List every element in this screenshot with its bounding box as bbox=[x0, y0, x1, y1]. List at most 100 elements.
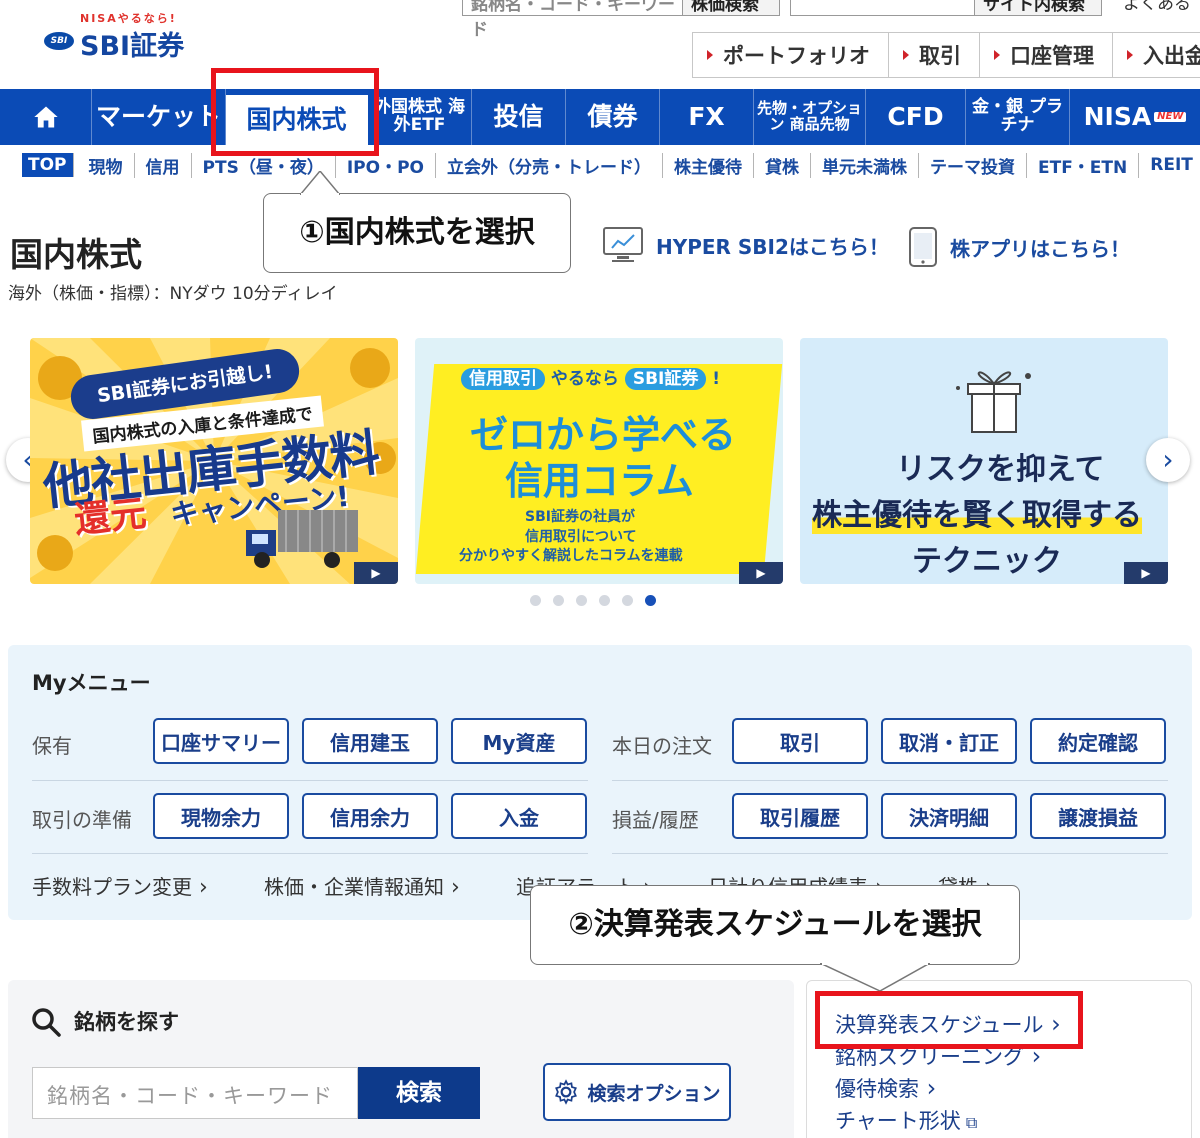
banner1-refund: 還元 bbox=[72, 493, 149, 542]
highlight-earnings-schedule bbox=[815, 991, 1083, 1049]
banner2-exclaim: ! bbox=[712, 369, 721, 389]
subnav-shareholder-benefits[interactable]: 株主優待 bbox=[663, 152, 754, 178]
execution-confirm-button[interactable]: 約定確認 bbox=[1030, 718, 1166, 764]
stock-search-title: 銘柄を探す bbox=[74, 1010, 179, 1034]
new-badge: NEW bbox=[1154, 111, 1187, 123]
banner3-line2: 株主優待を賢く取得する bbox=[812, 490, 1142, 534]
carousel-dot[interactable] bbox=[599, 595, 610, 606]
callout-pointer bbox=[820, 963, 930, 991]
my-menu: Myメニュー 保有 口座サマリー 信用建玉 My資産 本日の注文 取引 取消・訂… bbox=[8, 645, 1192, 920]
row-label-today-orders: 本日の注文 bbox=[612, 734, 712, 758]
benefit-search-link[interactable]: 優待検索 bbox=[835, 1073, 936, 1103]
my-assets-button[interactable]: My資産 bbox=[451, 718, 587, 764]
sbi-logo[interactable]: NISAやるなら! SBI SBI証券 bbox=[44, 10, 209, 62]
nav-futures-options[interactable]: 先物・オプション 商品先物 bbox=[754, 89, 866, 145]
subnav-margin[interactable]: 信用 bbox=[135, 152, 192, 178]
menu-divider bbox=[32, 780, 588, 781]
logo-name: SBI証券 bbox=[80, 31, 185, 62]
faq-link[interactable]: よくある bbox=[1115, 0, 1200, 16]
deposit-button[interactable]: 入金 bbox=[451, 793, 587, 839]
capital-gains-button[interactable]: 譲渡損益 bbox=[1030, 793, 1166, 839]
play-icon: ▶ bbox=[354, 562, 398, 584]
nav-market[interactable]: マーケット bbox=[92, 89, 226, 145]
search-option-label: 検索オプション bbox=[587, 1082, 721, 1105]
nav-bonds[interactable]: 債券 bbox=[566, 89, 660, 145]
play-icon: ▶ bbox=[739, 562, 783, 584]
nav-nisa[interactable]: NISA NEW bbox=[1070, 89, 1200, 145]
page-title: 国内株式 bbox=[10, 235, 142, 274]
banner2-pill-margin: 信用取引 bbox=[461, 368, 545, 390]
banner2-title2: 信用コラム bbox=[505, 459, 694, 503]
banner-transfer-campaign[interactable]: SBI証券にお引越し! 国内株式の入庫と条件達成で 他社出庫手数料 還元 キャン… bbox=[30, 338, 398, 584]
play-icon: ▶ bbox=[1124, 562, 1168, 584]
subnav-etf[interactable]: ETF・ETN bbox=[1027, 152, 1140, 178]
subnav-off-auction[interactable]: 立会外（分売・トレード） bbox=[436, 152, 663, 178]
margin-buying-power-button[interactable]: 信用余力 bbox=[302, 793, 438, 839]
nav-gold-silver[interactable]: 金・銀 プラチナ bbox=[966, 89, 1070, 145]
subnav-theme[interactable]: テーマ投資 bbox=[919, 152, 1027, 178]
carousel-dot[interactable] bbox=[553, 595, 564, 606]
carousel-dots bbox=[530, 595, 656, 606]
fee-plan-link[interactable]: 手数料プラン変更 bbox=[32, 871, 208, 900]
banner3-line1: リスクを抑えて bbox=[896, 452, 1105, 487]
highlight-domestic-stocks bbox=[211, 68, 379, 156]
monitor-icon bbox=[603, 227, 643, 262]
nav-cfd[interactable]: CFD bbox=[866, 89, 966, 145]
carousel-dot[interactable] bbox=[530, 595, 541, 606]
carousel-dot[interactable] bbox=[576, 595, 587, 606]
stock-search-panel: 銘柄を探す 銘柄名・コード・キーワード 検索 検索オプション bbox=[8, 980, 794, 1138]
trade-button[interactable]: 取引 bbox=[732, 718, 868, 764]
callout-step2: ②決算発表スケジュールを選択 bbox=[530, 885, 1020, 965]
quick-link-trade[interactable]: 取引 bbox=[889, 33, 980, 77]
banner2-mid: やるなら bbox=[550, 369, 619, 389]
nav-foreign-stocks[interactable]: 外国株式 海外ETF bbox=[368, 89, 472, 145]
smartphone-icon bbox=[909, 227, 937, 267]
home-icon[interactable] bbox=[0, 89, 92, 145]
subnav-spot[interactable]: 現物 bbox=[78, 152, 135, 178]
quick-links: ポートフォリオ 取引 口座管理 入出金 bbox=[692, 32, 1200, 78]
account-summary-button[interactable]: 口座サマリー bbox=[153, 718, 289, 764]
stock-search-input[interactable]: 銘柄名・コード・キーワード bbox=[32, 1067, 358, 1119]
banner-shareholder-benefits[interactable]: リスクを抑えて 株主優待を賢く取得する テクニック ▶ bbox=[800, 338, 1168, 584]
quick-link-portfolio[interactable]: ポートフォリオ bbox=[693, 33, 889, 77]
banner-margin-column[interactable]: 信用取引 やるなら SBI証券 ! ゼロから学べる 信用コラム SBI証券の社員… bbox=[415, 338, 783, 584]
sub-nav: TOP 現物 信用 PTS（昼・夜） IPO・PO 立会外（分売・トレード） 株… bbox=[22, 150, 1200, 180]
margin-positions-button[interactable]: 信用建玉 bbox=[302, 718, 438, 764]
callout-pointer bbox=[300, 171, 340, 195]
gear-icon bbox=[555, 1079, 578, 1105]
stock-app-label: 株アプリはこちら！ bbox=[950, 236, 1130, 261]
banner3-line3: テクニック bbox=[912, 544, 1062, 579]
global-nav: マーケット 国内株式 外国株式 海外ETF 投信 債券 FX 先物・オプション … bbox=[0, 89, 1200, 145]
subnav-odd-lot[interactable]: 単元未満株 bbox=[811, 152, 919, 178]
carousel-next-button[interactable]: › bbox=[1146, 438, 1190, 482]
stock-price-search-button[interactable]: 株価検索 bbox=[682, 0, 780, 16]
quick-link-deposit[interactable]: 入出金 bbox=[1113, 33, 1200, 77]
banner2-header: 信用取引 やるなら SBI証券 ! bbox=[461, 364, 721, 390]
menu-divider bbox=[612, 780, 1168, 781]
carousel-dot-active[interactable] bbox=[645, 595, 656, 606]
trade-history-button[interactable]: 取引履歴 bbox=[732, 793, 868, 839]
subnav-ipo[interactable]: IPO・PO bbox=[336, 152, 436, 178]
carousel-dot[interactable] bbox=[622, 595, 633, 606]
stock-search-button[interactable]: 検索 bbox=[358, 1067, 480, 1119]
price-alert-link[interactable]: 株価・企業情報通知 bbox=[264, 871, 460, 900]
cash-buying-power-button[interactable]: 現物余力 bbox=[153, 793, 289, 839]
nav-fx[interactable]: FX bbox=[660, 89, 754, 145]
cancel-modify-button[interactable]: 取消・訂正 bbox=[881, 718, 1017, 764]
nav-funds[interactable]: 投信 bbox=[472, 89, 566, 145]
menu-divider bbox=[32, 853, 588, 854]
search-option-button[interactable]: 検索オプション bbox=[543, 1063, 731, 1121]
subnav-reit[interactable]: REIT bbox=[1139, 155, 1200, 175]
stock-app-link[interactable]: 株アプリはこちら！ bbox=[908, 226, 1130, 268]
delay-note: 海外（株価・指標）：NYダウ 10分ディレイ bbox=[8, 284, 338, 304]
site-search-button[interactable]: サイト内検索 bbox=[974, 0, 1102, 16]
settlement-details-button[interactable]: 決済明細 bbox=[881, 793, 1017, 839]
chart-pattern-link[interactable]: チャート形状 bbox=[835, 1105, 977, 1135]
hyper-sbi2-link[interactable]: HYPER SBI2はこちら！ bbox=[602, 226, 889, 264]
subnav-stock-lending[interactable]: 貸株 bbox=[754, 152, 811, 178]
gift-icon bbox=[956, 371, 1031, 433]
subnav-top[interactable]: TOP bbox=[22, 153, 74, 177]
site-search-input[interactable] bbox=[790, 0, 976, 16]
quick-link-account[interactable]: 口座管理 bbox=[980, 33, 1113, 77]
stock-search-input-top[interactable]: 銘柄名・コード・キーワード bbox=[462, 0, 684, 40]
